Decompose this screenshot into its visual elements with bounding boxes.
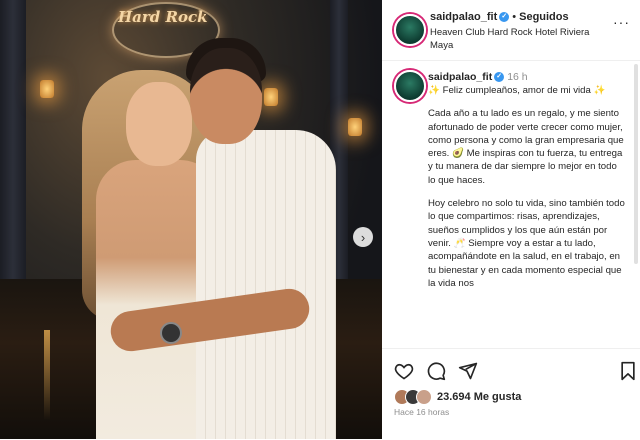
heart-icon[interactable] bbox=[394, 361, 414, 381]
post-timestamp: Hace 16 horas bbox=[394, 407, 450, 417]
following-button[interactable]: Seguidos bbox=[519, 11, 569, 23]
location-link[interactable]: Heaven Club Hard Rock Hotel Riviera Maya bbox=[430, 26, 598, 52]
caption-user-line: saidpalao_fit ✓ 16 h bbox=[428, 71, 528, 83]
likes-count[interactable]: 23.694 Me gusta bbox=[437, 391, 521, 403]
post-photo[interactable]: Hard Rock › bbox=[0, 0, 382, 439]
post-side-panel: saidpalao_fit ✓ • Seguidos Heaven Club Hard… bbox=[382, 0, 640, 440]
caption-section: saidpalao_fit ✓ 16 h ✨ Feliz cumpleaños, a… bbox=[382, 60, 632, 348]
verified-badge-icon: ✓ bbox=[499, 12, 510, 23]
man-shirt bbox=[196, 130, 336, 439]
hard-rock-sign-text: Hard Rock bbox=[118, 8, 208, 26]
instagram-post-window: Hard Rock › saidpalao_fit ✓ • Seguidos Heav… bbox=[0, 0, 640, 440]
action-bar: 23.694 Me gusta Hace 16 horas bbox=[382, 348, 640, 440]
caption-text: ✨ Feliz cumpleaños, amor de mi vida ✨ Ca… bbox=[428, 84, 626, 300]
wall-lamp bbox=[40, 80, 54, 98]
caption-avatar[interactable] bbox=[394, 70, 426, 102]
caption-username[interactable]: saidpalao_fit bbox=[428, 71, 492, 83]
likes-row: 23.694 Me gusta bbox=[394, 389, 521, 405]
man-face bbox=[190, 48, 262, 144]
next-photo-button[interactable]: › bbox=[353, 227, 373, 247]
caption-time: 16 h bbox=[507, 71, 528, 83]
caption-scrollbar[interactable] bbox=[634, 64, 638, 264]
more-options-icon[interactable]: ··· bbox=[613, 14, 630, 30]
profile-avatar[interactable] bbox=[394, 14, 426, 46]
woman-face bbox=[126, 82, 192, 166]
wristwatch bbox=[160, 322, 182, 344]
background-column bbox=[0, 0, 26, 300]
caption-paragraph: ✨ Feliz cumpleaños, amor de mi vida ✨ bbox=[428, 85, 606, 96]
share-icon[interactable] bbox=[458, 361, 478, 381]
caption-paragraph: Cada año a tu lado es un regalo, y me si… bbox=[428, 108, 624, 186]
wall-lamp bbox=[348, 118, 362, 136]
caption-paragraph: Hoy celebro no solo tu vida, sino tambié… bbox=[428, 198, 625, 289]
chevron-right-icon: › bbox=[360, 229, 366, 245]
separator-dot: • bbox=[512, 11, 517, 23]
comment-icon[interactable] bbox=[426, 361, 446, 381]
light-reflection bbox=[44, 330, 50, 420]
verified-badge-icon: ✓ bbox=[494, 72, 505, 83]
header-user-line: saidpalao_fit ✓ • Seguidos bbox=[430, 11, 569, 23]
bookmark-icon[interactable] bbox=[618, 361, 638, 381]
wall-lamp bbox=[264, 88, 278, 106]
header-username[interactable]: saidpalao_fit bbox=[430, 11, 497, 23]
post-header: saidpalao_fit ✓ • Seguidos Heaven Club Hard… bbox=[382, 0, 640, 61]
liker-avatar bbox=[416, 389, 432, 405]
